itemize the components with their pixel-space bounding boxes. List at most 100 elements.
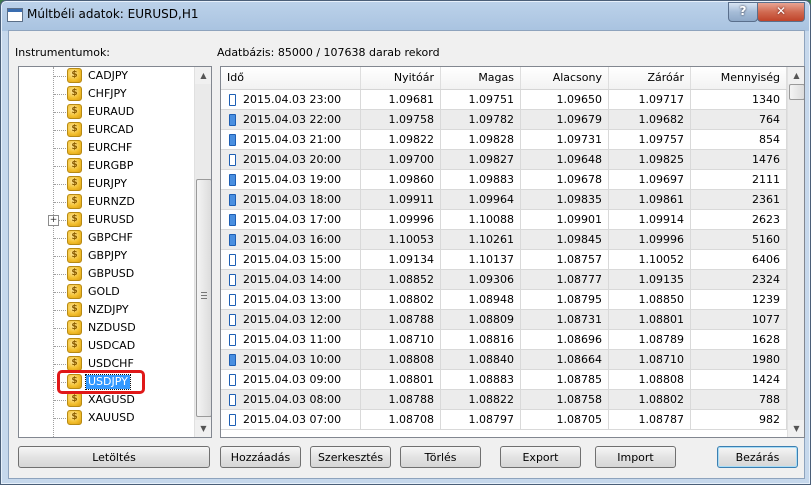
scroll-down-arrow-icon[interactable]: ▼ [195, 420, 211, 437]
tree-item[interactable]: $ EURNZD [19, 193, 195, 211]
table-cell: 1.08785 [521, 370, 609, 390]
table-row[interactable]: 2015.04.03 08:00 1.08788 1.08822 1.08758 1.0… [221, 390, 787, 410]
table-row[interactable]: 2015.04.03 17:00 1.09996 1.10088 1.09901 1.0… [221, 210, 787, 230]
table-row[interactable]: 2015.04.03 13:00 1.08802 1.08948 1.08795 1.0… [221, 290, 787, 310]
instrument-tree[interactable]: $ CADJPY $ CHFJPY $ EURAUD $ EURCAD $ EURCHF $ EURG… [18, 66, 212, 438]
table-cell: 1.08850 [609, 290, 691, 310]
dollar-coin-icon: $ [67, 86, 82, 101]
add-button[interactable]: Hozzáadás [220, 446, 301, 468]
tree-connector [54, 148, 66, 149]
column-header[interactable]: Alacsony [521, 67, 609, 89]
tree-item[interactable]: $ EURCHF [19, 139, 195, 157]
table-cell: 1.08883 [441, 370, 521, 390]
tree-item[interactable]: $ NZDJPY [19, 301, 195, 319]
dollar-coin-icon: $ [67, 230, 82, 245]
import-button[interactable]: Import [595, 446, 676, 468]
table-row[interactable]: 2015.04.03 23:00 1.09681 1.09751 1.09650 1.0… [221, 90, 787, 110]
tree-item[interactable]: $ EURGBP [19, 157, 195, 175]
column-header[interactable]: Záróár [609, 67, 691, 89]
table-cell: 2015.04.03 18:00 [221, 190, 361, 210]
table-cell: 1476 [691, 150, 787, 170]
tree-item[interactable]: $ XAUUSD [19, 409, 195, 427]
dollar-coin-icon: $ [67, 212, 82, 227]
dollar-coin-icon: $ [67, 284, 82, 299]
window-icon [7, 8, 23, 22]
table-row[interactable]: 2015.04.03 14:00 1.08852 1.09306 1.08777 1.0… [221, 270, 787, 290]
column-header[interactable]: Nyitóár [361, 67, 441, 89]
tree-scrollbar[interactable]: ▲ ▼ [194, 67, 211, 437]
table-row[interactable]: 2015.04.03 10:00 1.08808 1.08840 1.08664 1.0… [221, 350, 787, 370]
tree-connector [54, 328, 66, 329]
scroll-up-arrow-icon[interactable]: ▲ [788, 67, 804, 84]
table-cell: 2015.04.03 21:00 [221, 130, 361, 150]
table-scrollbar[interactable]: ▲ ▼ [787, 67, 804, 437]
close-button[interactable]: Bezárás [717, 446, 798, 468]
tree-connector [54, 400, 66, 401]
close-window-button[interactable]: ✕ [757, 2, 805, 22]
table-cell: 1.09911 [361, 190, 441, 210]
table-cell: 1.09860 [361, 170, 441, 190]
table-row[interactable]: 2015.04.03 22:00 1.09758 1.09782 1.09679 1.0… [221, 110, 787, 130]
column-header[interactable]: Idő [221, 67, 361, 89]
tree-item[interactable]: + $ EURUSD [19, 211, 195, 229]
tree-item[interactable]: $ GOLD [19, 283, 195, 301]
table-cell: 1.08777 [521, 270, 609, 290]
tree-item[interactable]: $ USDCAD [19, 337, 195, 355]
table-row[interactable]: 2015.04.03 21:00 1.09822 1.09828 1.09731 1.0… [221, 130, 787, 150]
tree-item[interactable]: $ CADJPY [19, 67, 195, 85]
table-cell: 2015.04.03 16:00 [221, 230, 361, 250]
tree-item[interactable]: $ EURCAD [19, 121, 195, 139]
tree-item[interactable]: $ EURAUD [19, 103, 195, 121]
column-header[interactable]: Magas [441, 67, 521, 89]
delete-button[interactable]: Törlés [400, 446, 481, 468]
history-table[interactable]: Idő Nyitóár Magas Alacsony Záróár Mennyiség 2… [220, 66, 805, 438]
scroll-down-arrow-icon[interactable]: ▼ [788, 420, 804, 437]
table-cell: 1.09757 [609, 130, 691, 150]
tree-item[interactable]: $ GBPJPY [19, 247, 195, 265]
table-scrollbar-thumb[interactable] [789, 84, 804, 100]
table-cell: 1.08797 [441, 410, 521, 430]
table-cell: 1.09650 [521, 90, 609, 110]
tree-scrollbar-thumb[interactable] [196, 179, 211, 417]
table-row[interactable]: 2015.04.03 15:00 1.09134 1.10137 1.08757 1.1… [221, 250, 787, 270]
table-cell: 1.09883 [441, 170, 521, 190]
table-row[interactable]: 2015.04.03 16:00 1.10053 1.10261 1.09845 1.0… [221, 230, 787, 250]
table-row[interactable]: 2015.04.03 11:00 1.08710 1.08816 1.08696 1.0… [221, 330, 787, 350]
tree-item[interactable]: $ GBPCHF [19, 229, 195, 247]
tree-item-label: EURCAD [88, 123, 134, 136]
table-cell: 1.08708 [361, 410, 441, 430]
table-row[interactable]: 2015.04.03 20:00 1.09700 1.09827 1.09648 1.0… [221, 150, 787, 170]
table-cell: 1.08731 [521, 310, 609, 330]
expand-icon[interactable]: + [48, 215, 59, 226]
table-row[interactable]: 2015.04.03 18:00 1.09911 1.09964 1.09835 1.0… [221, 190, 787, 210]
tree-item[interactable]: $ EURJPY [19, 175, 195, 193]
scroll-up-arrow-icon[interactable]: ▲ [195, 67, 211, 84]
title-bar[interactable]: Múltbéli adatok: EURUSD,H1 ? ✕ [1, 1, 810, 29]
tree-connector [54, 310, 66, 311]
tree-item[interactable]: $ NZDUSD [19, 319, 195, 337]
table-cell: 1.08809 [441, 310, 521, 330]
column-header[interactable]: Mennyiség [691, 67, 787, 89]
table-cell: 1.09827 [441, 150, 521, 170]
table-row[interactable]: 2015.04.03 12:00 1.08788 1.08809 1.08731 1.0… [221, 310, 787, 330]
help-button[interactable]: ? [728, 2, 758, 22]
export-button[interactable]: Export [500, 446, 581, 468]
tree-item-label: CADJPY [88, 69, 129, 82]
tree-item[interactable]: $ CHFJPY [19, 85, 195, 103]
tree-item-label: NZDUSD [88, 321, 136, 334]
table-row[interactable]: 2015.04.03 19:00 1.09860 1.09883 1.09678 1.0… [221, 170, 787, 190]
table-row[interactable]: 2015.04.03 07:00 1.08708 1.08797 1.08705 1.0… [221, 410, 787, 430]
dollar-coin-icon: $ [67, 194, 82, 209]
edit-button[interactable]: Szerkesztés [310, 446, 391, 468]
table-cell: 1.09758 [361, 110, 441, 130]
table-cell: 1.09996 [361, 210, 441, 230]
tree-item[interactable]: $ GBPUSD [19, 265, 195, 283]
table-cell: 1.10088 [441, 210, 521, 230]
table-cell: 2324 [691, 270, 787, 290]
table-cell: 1.08802 [609, 390, 691, 410]
table-cell: 1.08757 [521, 250, 609, 270]
table-cell: 1.09731 [521, 130, 609, 150]
table-cell: 1.08710 [609, 350, 691, 370]
download-button[interactable]: Letöltés [18, 446, 210, 468]
table-row[interactable]: 2015.04.03 09:00 1.08801 1.08883 1.08785 1.0… [221, 370, 787, 390]
